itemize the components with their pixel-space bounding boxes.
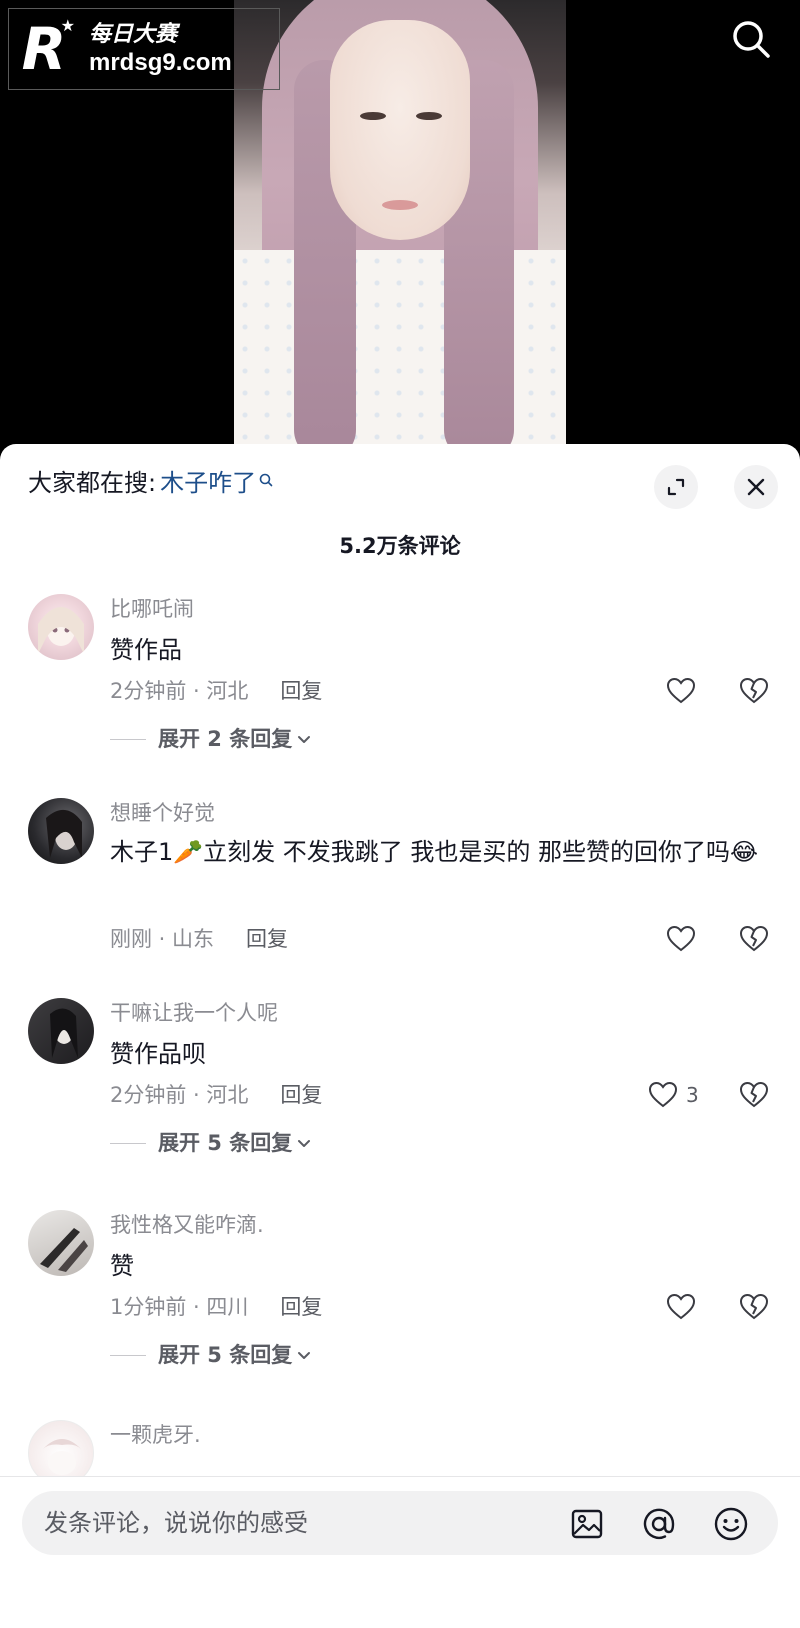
comment-meta: 2分钟前 · 河北 回复 bbox=[110, 1080, 322, 1110]
avatar[interactable] bbox=[28, 798, 94, 864]
reply-button[interactable]: 回复 bbox=[280, 1080, 322, 1110]
hot-search-bar[interactable]: 大家都在搜: 木子咋了 bbox=[28, 460, 274, 500]
like-button[interactable] bbox=[666, 1292, 696, 1322]
avatar[interactable] bbox=[28, 594, 94, 660]
expand-replies-button[interactable]: 展开 2 条回复 bbox=[110, 724, 312, 754]
video-subject-face bbox=[330, 20, 470, 240]
heart-icon bbox=[648, 1081, 678, 1108]
comment-item: 我性格又能咋滴. 赞 1分钟前 · 四川 回复 展开 5 条回复 bbox=[0, 1210, 800, 1420]
comment-meta: 1分钟前 · 四川 回复 bbox=[110, 1292, 322, 1322]
reply-button[interactable]: 回复 bbox=[246, 924, 288, 954]
divider bbox=[110, 738, 146, 740]
lips bbox=[382, 200, 418, 210]
video-frame bbox=[234, 0, 566, 460]
comment-username[interactable]: 一颗虎牙. bbox=[110, 1420, 201, 1450]
heart-icon bbox=[666, 925, 696, 952]
comment-time-location: 1分钟前 · 四川 bbox=[110, 1295, 249, 1319]
reply-button[interactable]: 回复 bbox=[280, 676, 322, 706]
search-icon[interactable] bbox=[730, 18, 772, 60]
comment-list[interactable]: 比哪吒闹 赞作品 2分钟前 · 河北 回复 展开 2 条回复 想睡个好觉 木子1… bbox=[0, 594, 800, 1620]
broken-heart-icon bbox=[739, 925, 769, 952]
comment-time-location: 刚刚 · 山东 bbox=[110, 927, 215, 951]
logo-mark: R ★ bbox=[9, 14, 79, 84]
emoji-icon[interactable] bbox=[712, 1505, 750, 1543]
avatar[interactable] bbox=[28, 998, 94, 1064]
dislike-button[interactable] bbox=[739, 1080, 769, 1110]
comment-input-box[interactable] bbox=[22, 1491, 778, 1555]
comment-count: 5.2万条评论 bbox=[339, 534, 461, 558]
comment-text: 赞作品 bbox=[110, 636, 182, 664]
hot-search-prefix: 大家都在搜: bbox=[28, 468, 157, 497]
comment-sheet: 大家都在搜: 木子咋了 5.2万条评论 比哪吒闹 赞作品 2分钟前 · 河北 回… bbox=[0, 444, 800, 1628]
chevron-down-icon bbox=[298, 1352, 311, 1359]
like-count: 3 bbox=[686, 1083, 699, 1107]
dislike-button[interactable] bbox=[739, 924, 769, 954]
expand-icon bbox=[667, 478, 685, 496]
at-icon[interactable] bbox=[640, 1505, 678, 1543]
comment-username[interactable]: 我性格又能咋滴. bbox=[110, 1210, 264, 1240]
comment-text: 赞作品呗 bbox=[110, 1040, 206, 1068]
comment-username[interactable]: 比哪吒闹 bbox=[110, 594, 194, 624]
broken-heart-icon bbox=[739, 1081, 769, 1108]
comment-input-bar bbox=[0, 1476, 800, 1628]
expand-replies-label: 展开 2 条回复 bbox=[158, 727, 293, 751]
video-subject-shirt bbox=[234, 250, 566, 460]
logo-text: 每日大赛 mrdsg9.com bbox=[89, 21, 232, 77]
avatar[interactable] bbox=[28, 1210, 94, 1276]
watermark-logo: R ★ 每日大赛 mrdsg9.com bbox=[8, 8, 280, 90]
heart-icon bbox=[666, 677, 696, 704]
expand-replies-button[interactable]: 展开 5 条回复 bbox=[110, 1340, 312, 1370]
like-button[interactable] bbox=[666, 676, 696, 706]
search-icon bbox=[259, 473, 273, 487]
expand-replies-button[interactable]: 展开 5 条回复 bbox=[110, 1128, 312, 1158]
close-button[interactable] bbox=[734, 465, 778, 509]
star-icon: ★ bbox=[60, 16, 75, 35]
comment-input[interactable] bbox=[44, 1509, 524, 1537]
heart-icon bbox=[666, 1293, 696, 1320]
divider bbox=[110, 1142, 146, 1144]
comment-username[interactable]: 干嘛让我一个人呢 bbox=[110, 998, 278, 1028]
comment-item: 想睡个好觉 木子1🥕立刻发 不发我跳了 我也是买的 那些赞的回你了吗😂 刚刚 ·… bbox=[0, 798, 800, 998]
comment-item: 比哪吒闹 赞作品 2分钟前 · 河北 回复 展开 2 条回复 bbox=[0, 594, 800, 798]
expand-replies-label: 展开 5 条回复 bbox=[158, 1343, 293, 1367]
expand-sheet-button[interactable] bbox=[654, 465, 698, 509]
logo-cn-text: 每日大赛 bbox=[89, 22, 178, 47]
logo-url-text: mrdsg9.com bbox=[89, 49, 232, 76]
hot-search-keyword[interactable]: 木子咋了 bbox=[160, 463, 256, 498]
reply-button[interactable]: 回复 bbox=[280, 1292, 322, 1322]
comment-text: 木子1🥕立刻发 不发我跳了 我也是买的 那些赞的回你了吗😂 bbox=[110, 838, 759, 866]
comment-meta: 2分钟前 · 河北 回复 bbox=[110, 676, 322, 706]
comment-meta: 刚刚 · 山东 回复 bbox=[110, 924, 288, 954]
like-button[interactable] bbox=[666, 924, 696, 954]
broken-heart-icon bbox=[739, 677, 769, 704]
eye-right bbox=[416, 112, 442, 120]
comment-username[interactable]: 想睡个好觉 bbox=[110, 798, 215, 828]
chevron-down-icon bbox=[298, 1140, 311, 1147]
like-button[interactable]: 3 bbox=[648, 1080, 699, 1110]
image-icon[interactable] bbox=[568, 1505, 606, 1543]
dislike-button[interactable] bbox=[739, 1292, 769, 1322]
logo-letter: R bbox=[21, 15, 67, 83]
chevron-down-icon bbox=[298, 736, 311, 743]
expand-replies-label: 展开 5 条回复 bbox=[158, 1131, 293, 1155]
broken-heart-icon bbox=[739, 1293, 769, 1320]
close-icon bbox=[747, 478, 765, 496]
comment-text: 赞 bbox=[110, 1252, 134, 1280]
comment-item: 干嘛让我一个人呢 赞作品呗 2分钟前 · 河北 回复 3 展开 5 条回复 bbox=[0, 998, 800, 1210]
comment-time-location: 2分钟前 · 河北 bbox=[110, 1083, 249, 1107]
video-player[interactable]: R ★ 每日大赛 mrdsg9.com bbox=[0, 0, 800, 460]
comment-time-location: 2分钟前 · 河北 bbox=[110, 679, 249, 703]
eye-left bbox=[360, 112, 386, 120]
dislike-button[interactable] bbox=[739, 676, 769, 706]
divider bbox=[110, 1354, 146, 1356]
